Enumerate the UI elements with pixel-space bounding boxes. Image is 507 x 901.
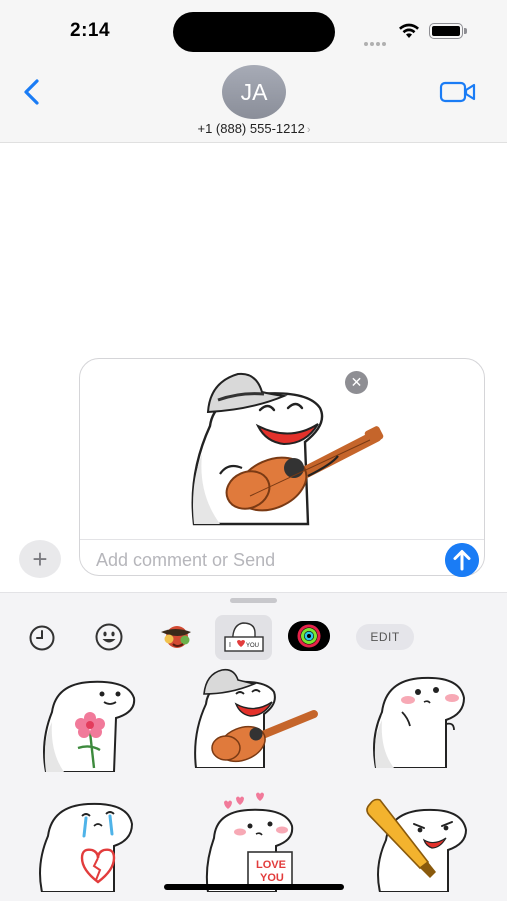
sticker-baseball-bat[interactable] (362, 796, 472, 892)
facetime-video-icon[interactable] (439, 80, 477, 104)
drawer-grabber-handle[interactable] (230, 598, 277, 603)
home-indicator (164, 884, 344, 890)
battery-icon (429, 23, 463, 39)
contact-avatar[interactable]: JA (222, 65, 286, 119)
sticker-pack-icon[interactable] (155, 620, 197, 654)
chevron-right-icon: › (306, 124, 311, 136)
smiley-icon[interactable] (94, 622, 124, 652)
contact-phone: +1 (888) 555-1212 (197, 121, 305, 136)
svg-text:YOU: YOU (246, 643, 259, 649)
sticker-love-you-sign[interactable]: LOVE YOU (200, 792, 310, 892)
wifi-icon (399, 23, 419, 38)
add-attachment-button[interactable]: + (19, 540, 61, 578)
dynamic-island (173, 12, 335, 52)
remove-sticker-button[interactable]: ✕ (345, 371, 368, 394)
battery-cap (464, 28, 467, 34)
svg-text:I: I (229, 642, 231, 649)
activity-rings-icon[interactable] (288, 621, 330, 651)
card-divider (80, 539, 484, 540)
comment-input[interactable] (94, 547, 438, 573)
sticker-ukulele[interactable] (190, 664, 320, 768)
clock-icon[interactable] (28, 624, 56, 652)
edit-stickers-button[interactable]: EDIT (356, 624, 414, 650)
sticker-crying-broken-heart[interactable] (38, 796, 138, 892)
send-arrow-icon[interactable] (445, 543, 479, 577)
i-love-you-pack-icon[interactable]: I YOU (215, 615, 272, 660)
contact-name-button[interactable]: +1 (888) 555-1212 › (150, 121, 358, 136)
love-you-sign-text: LOVE YOU (256, 859, 286, 884)
cellular-signal-icon (364, 33, 390, 46)
status-time: 2:14 (70, 20, 111, 41)
sticker-flower[interactable] (38, 672, 138, 772)
back-chevron-icon[interactable] (18, 76, 48, 108)
sticker-shy-blush[interactable] (372, 668, 472, 768)
